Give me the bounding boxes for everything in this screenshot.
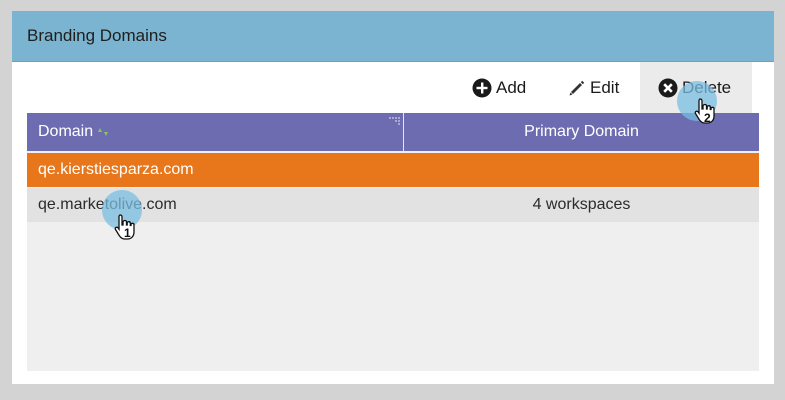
- column-header-domain-label: Domain: [38, 123, 94, 140]
- x-circle-icon: [658, 78, 678, 98]
- column-menu-icon[interactable]: [388, 116, 400, 126]
- primary-domain-cell: 4 workspaces: [532, 196, 631, 213]
- panel-header: Branding Domains: [12, 11, 774, 62]
- domain-cell: qe.kierstiesparza.com: [38, 161, 194, 178]
- panel-title: Branding Domains: [27, 26, 167, 45]
- callout-number: 1: [124, 226, 131, 240]
- add-button-label: Add: [496, 77, 527, 97]
- table-row[interactable]: qe.kierstiesparza.com: [27, 153, 759, 187]
- grid-header: Domain Primary Domain: [27, 113, 759, 151]
- edit-button[interactable]: Edit: [568, 62, 619, 113]
- column-header-primary-domain-label: Primary Domain: [524, 123, 639, 140]
- add-button[interactable]: Add: [472, 62, 526, 113]
- edit-button-label: Edit: [590, 77, 620, 97]
- domains-grid: Domain Primary Domain qe.kierstiesparza.…: [27, 113, 759, 371]
- plus-circle-icon: [472, 78, 492, 98]
- pencil-icon: [568, 79, 586, 97]
- column-header-domain[interactable]: Domain: [27, 113, 404, 151]
- sort-icon[interactable]: [98, 127, 109, 137]
- callout-number: 2: [704, 111, 711, 125]
- toolbar: Add Edit Delete: [12, 62, 774, 113]
